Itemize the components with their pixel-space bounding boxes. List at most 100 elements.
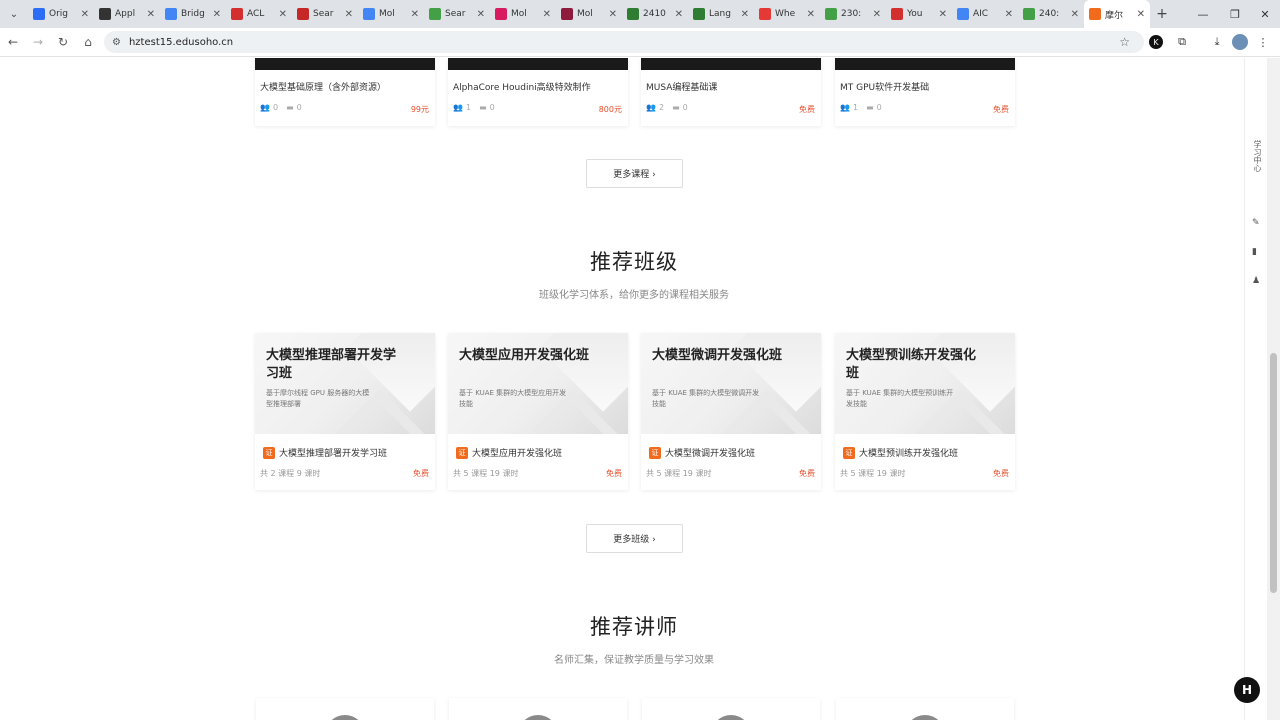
browser-tab[interactable]: Mol ✕: [358, 0, 424, 28]
menu-dots-icon[interactable]: ⋮: [1254, 33, 1272, 51]
tab-search-icon[interactable]: ⌄: [0, 0, 28, 28]
tab-close-icon[interactable]: ✕: [741, 9, 749, 20]
browser-tab[interactable]: 2410 ✕: [622, 0, 688, 28]
certificate-badge-icon: 证: [843, 446, 855, 459]
class-card[interactable]: 大模型应用开发强化班 基于 KUAE 集群的大模型应用开发技能证大模型应用开发强化…: [448, 333, 628, 490]
scrollbar-thumb[interactable]: [1270, 353, 1277, 593]
more-courses-button[interactable]: 更多课程 ›: [586, 159, 683, 188]
browser-tab[interactable]: 摩尔 ✕: [1084, 0, 1150, 28]
tab-close-icon[interactable]: ✕: [81, 9, 89, 20]
class-name[interactable]: 证大模型推理部署开发学习班: [263, 446, 387, 459]
page-scrollbar[interactable]: [1267, 58, 1280, 720]
course-meta: 👥 1 ▬ 0: [453, 103, 495, 112]
class-meta: 共 5 课程 19 课时: [646, 469, 712, 478]
download-icon[interactable]: ⤓: [1208, 33, 1226, 51]
tab-close-icon[interactable]: ✕: [213, 9, 221, 20]
course-card[interactable]: AlphaCore Houdini高级特效制作 👥 1 ▬ 0 800元: [448, 58, 628, 126]
course-title[interactable]: AlphaCore Houdini高级特效制作: [453, 80, 591, 93]
pencil-icon[interactable]: ✎: [1252, 218, 1260, 228]
tab-close-icon[interactable]: ✕: [279, 9, 287, 20]
teacher-card[interactable]: [449, 698, 627, 720]
browser-tab[interactable]: Sear ✕: [292, 0, 358, 28]
url-input[interactable]: ⚙ hztest15.edusoho.cn ☆: [104, 31, 1144, 53]
students-count: 0: [272, 103, 279, 112]
students-count: 1: [852, 103, 859, 112]
teacher-card[interactable]: [642, 698, 820, 720]
tab-close-icon[interactable]: ✕: [543, 9, 551, 20]
course-title[interactable]: 大模型基础原理（含外部资源）: [260, 80, 386, 93]
floating-helper-button[interactable]: H: [1234, 677, 1260, 703]
tab-label: Bridg: [181, 9, 205, 19]
browser-tab[interactable]: ACL ✕: [226, 0, 292, 28]
tab-close-icon[interactable]: ✕: [873, 9, 881, 20]
teacher-card[interactable]: [836, 698, 1014, 720]
tab-close-icon[interactable]: ✕: [609, 9, 617, 20]
class-cover-desc: 基于 KUAE 集群的大模型预训练开发技能: [846, 389, 954, 408]
class-name[interactable]: 证大模型预训练开发强化班: [843, 446, 958, 459]
browser-tab[interactable]: Orig ✕: [28, 0, 94, 28]
browser-tab[interactable]: Mol ✕: [556, 0, 622, 28]
course-card[interactable]: MT GPU软件开发基础 👥 1 ▬ 0 免费: [835, 58, 1015, 126]
tab-label: AIC: [973, 9, 989, 19]
class-card[interactable]: 大模型预训练开发强化班 基于 KUAE 集群的大模型预训练开发技能证大模型预训练开…: [835, 333, 1015, 490]
course-cover: [448, 58, 628, 70]
course-card[interactable]: MUSA编程基础课 👥 2 ▬ 0 免费: [641, 58, 821, 126]
class-name[interactable]: 证大模型微调开发强化班: [649, 446, 755, 459]
tab-close-icon[interactable]: ✕: [939, 9, 947, 20]
more-classes-button[interactable]: 更多班级 ›: [586, 524, 683, 553]
tab-close-icon[interactable]: ✕: [147, 9, 155, 20]
tab-close-icon[interactable]: ✕: [345, 9, 353, 20]
extensions-puzzle-icon[interactable]: ⧉: [1173, 33, 1191, 51]
students-count: 2: [658, 103, 665, 112]
browser-tab[interactable]: Sear ✕: [424, 0, 490, 28]
teacher-card[interactable]: [256, 698, 434, 720]
course-price: 99元: [410, 105, 429, 114]
close-window-icon[interactable]: ✕: [1250, 0, 1280, 28]
tab-close-icon[interactable]: ✕: [1005, 9, 1013, 20]
tab-close-icon[interactable]: ✕: [411, 9, 419, 20]
profile-avatar[interactable]: [1232, 34, 1248, 50]
home-icon[interactable]: ⌂: [76, 30, 100, 54]
extension-k-icon[interactable]: K: [1149, 35, 1163, 49]
minimize-icon[interactable]: —: [1188, 0, 1218, 28]
browser-tab[interactable]: Bridg ✕: [160, 0, 226, 28]
browser-tab[interactable]: Appl ✕: [94, 0, 160, 28]
class-meta: 共 5 课程 19 课时: [840, 469, 906, 478]
new-tab-button[interactable]: +: [1150, 0, 1174, 28]
browser-tab[interactable]: Mol ✕: [490, 0, 556, 28]
course-card[interactable]: 大模型基础原理（含外部资源） 👥 0 ▬ 0 99元: [255, 58, 435, 126]
class-card[interactable]: 大模型微调开发强化班 基于 KUAE 集群的大模型微调开发技能证大模型微调开发强化…: [641, 333, 821, 490]
browser-tab[interactable]: Lang ✕: [688, 0, 754, 28]
restore-icon[interactable]: ❐: [1220, 0, 1250, 28]
tab-close-icon[interactable]: ✕: [807, 9, 815, 20]
tab-favicon-icon: [957, 8, 969, 20]
bookmark-star-icon[interactable]: ☆: [1119, 35, 1130, 49]
course-title[interactable]: MUSA编程基础课: [646, 80, 717, 93]
forward-icon[interactable]: →: [26, 30, 50, 54]
site-info-icon[interactable]: ⚙: [112, 37, 121, 48]
reload-icon[interactable]: ↻: [51, 30, 75, 54]
class-cover-desc: 基于 KUAE 集群的大模型微调开发技能: [652, 389, 760, 408]
browser-tab[interactable]: Whe ✕: [754, 0, 820, 28]
class-name[interactable]: 证大模型应用开发强化班: [456, 446, 562, 459]
browser-tab[interactable]: 240: ✕: [1018, 0, 1084, 28]
tab-close-icon[interactable]: ✕: [675, 9, 683, 20]
back-icon[interactable]: ←: [1, 30, 25, 54]
tab-close-icon[interactable]: ✕: [1071, 9, 1079, 20]
course-title[interactable]: MT GPU软件开发基础: [840, 80, 929, 93]
tab-favicon-icon: [99, 8, 111, 20]
tab-favicon-icon: [495, 8, 507, 20]
tab-close-icon[interactable]: ✕: [1137, 9, 1145, 20]
browser-tab[interactable]: You ✕: [886, 0, 952, 28]
class-card[interactable]: 大模型推理部署开发学习班 基于摩尔线程 GPU 服务器的大模型推理部署证大模型推理…: [255, 333, 435, 490]
tab-favicon-icon: [759, 8, 771, 20]
comments-icon: ▬: [672, 103, 680, 112]
bell-icon[interactable]: ♟: [1252, 276, 1260, 286]
browser-tab[interactable]: AIC ✕: [952, 0, 1018, 28]
tab-close-icon[interactable]: ✕: [477, 9, 485, 20]
book-icon[interactable]: ▮: [1252, 247, 1257, 257]
class-name-label: 大模型预训练开发强化班: [859, 449, 959, 459]
tab-favicon-icon: [429, 8, 441, 20]
browser-tab[interactable]: 230: ✕: [820, 0, 886, 28]
learning-center-link[interactable]: 学习中心: [1253, 140, 1263, 172]
